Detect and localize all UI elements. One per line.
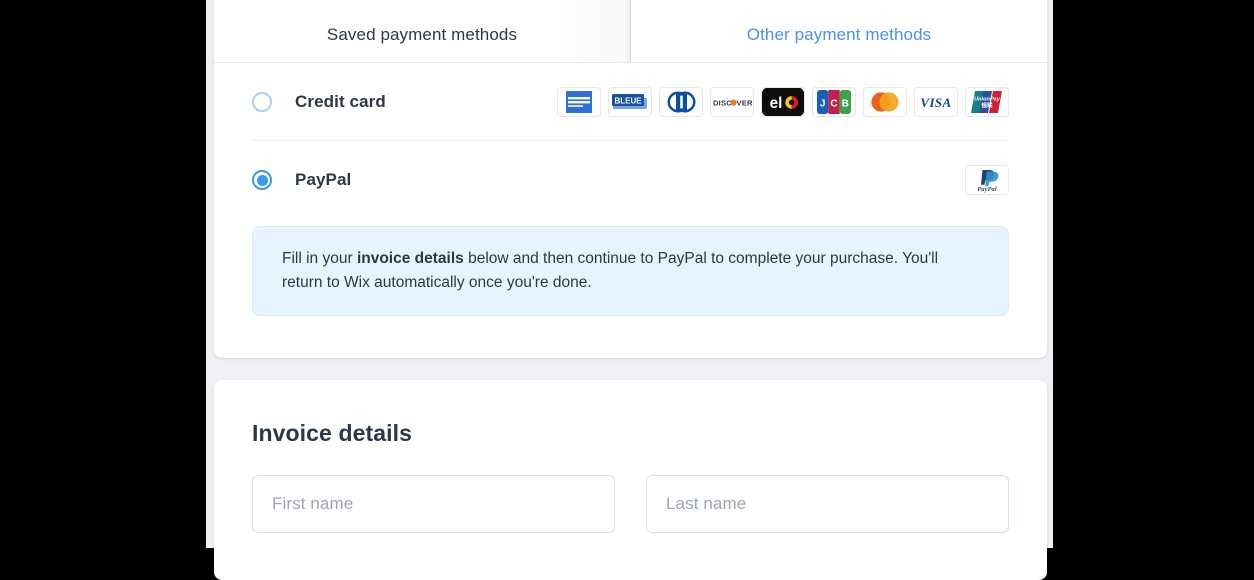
payment-option-credit-card[interactable]: Credit card BLEUE DISC VER el J C B VISA… <box>214 63 1047 141</box>
svg-text:VISA: VISA <box>920 95 951 109</box>
tab-saved-label: Saved payment methods <box>326 25 518 44</box>
paypal-info-notice: Fill in your invoice details below and t… <box>252 226 1009 317</box>
payment-option-paypal-label: PayPal <box>295 170 352 189</box>
screenshot-viewport: Saved payment methods Other payment meth… <box>0 0 1254 580</box>
tab-other-payment-methods[interactable]: Other payment methods <box>631 0 1047 62</box>
paypal-brand-logo: PayPal <box>965 165 1009 195</box>
svg-text:B: B <box>842 99 849 110</box>
payment-methods-card: Saved payment methods Other payment meth… <box>214 0 1047 358</box>
last-name-field[interactable]: Last name <box>646 475 1009 533</box>
mastercard-icon <box>863 87 907 117</box>
last-name-placeholder: Last name <box>666 494 747 513</box>
svg-text:VER: VER <box>737 99 753 108</box>
payment-tabs: Saved payment methods Other payment meth… <box>214 0 1047 63</box>
first-name-placeholder: First name <box>272 494 354 513</box>
jcb-icon: J C B <box>812 87 856 117</box>
svg-text:银联: 银联 <box>981 102 993 110</box>
svg-text:DISC: DISC <box>713 99 732 108</box>
amex-icon <box>557 87 601 117</box>
svg-text:C: C <box>830 99 837 110</box>
invoice-details-title: Invoice details <box>252 420 413 446</box>
svg-text:UnionPay: UnionPay <box>974 97 1001 103</box>
tab-other-label: Other payment methods <box>746 25 932 44</box>
invoice-details-card: Invoice details First name Last name <box>214 380 1047 580</box>
svg-text:J: J <box>820 99 826 110</box>
visa-icon: VISA <box>914 87 958 117</box>
payment-option-credit-card-label: Credit card <box>295 92 386 111</box>
radio-paypal[interactable] <box>252 170 272 190</box>
paypal-icon: PayPal <box>965 165 1009 195</box>
first-name-field[interactable]: First name <box>252 475 615 533</box>
notice-text-prefix: Fill in your <box>282 250 357 267</box>
card-brand-logos: BLEUE DISC VER el J C B VISA UnionPay 银联 <box>557 87 1009 117</box>
invoice-name-fields: First name Last name <box>252 475 1009 533</box>
radio-credit-card[interactable] <box>252 92 272 112</box>
unionpay-icon: UnionPay 银联 <box>965 87 1009 117</box>
svg-text:BLEUE: BLEUE <box>614 96 642 105</box>
discover-icon: DISC VER <box>710 87 754 117</box>
radio-paypal-dot <box>256 174 268 186</box>
svg-text:el: el <box>770 95 783 112</box>
notice-text-bold: invoice details <box>356 250 464 267</box>
cartebleue-icon: BLEUE <box>608 87 652 117</box>
payment-option-paypal[interactable]: PayPal PayPal <box>214 141 1047 219</box>
checkout-page: Saved payment methods Other payment meth… <box>206 0 1053 580</box>
elo-icon: el <box>761 87 805 117</box>
dinersclub-icon <box>659 87 703 117</box>
svg-text:PayPal: PayPal <box>977 186 997 193</box>
tab-saved-payment-methods[interactable]: Saved payment methods <box>214 0 631 62</box>
